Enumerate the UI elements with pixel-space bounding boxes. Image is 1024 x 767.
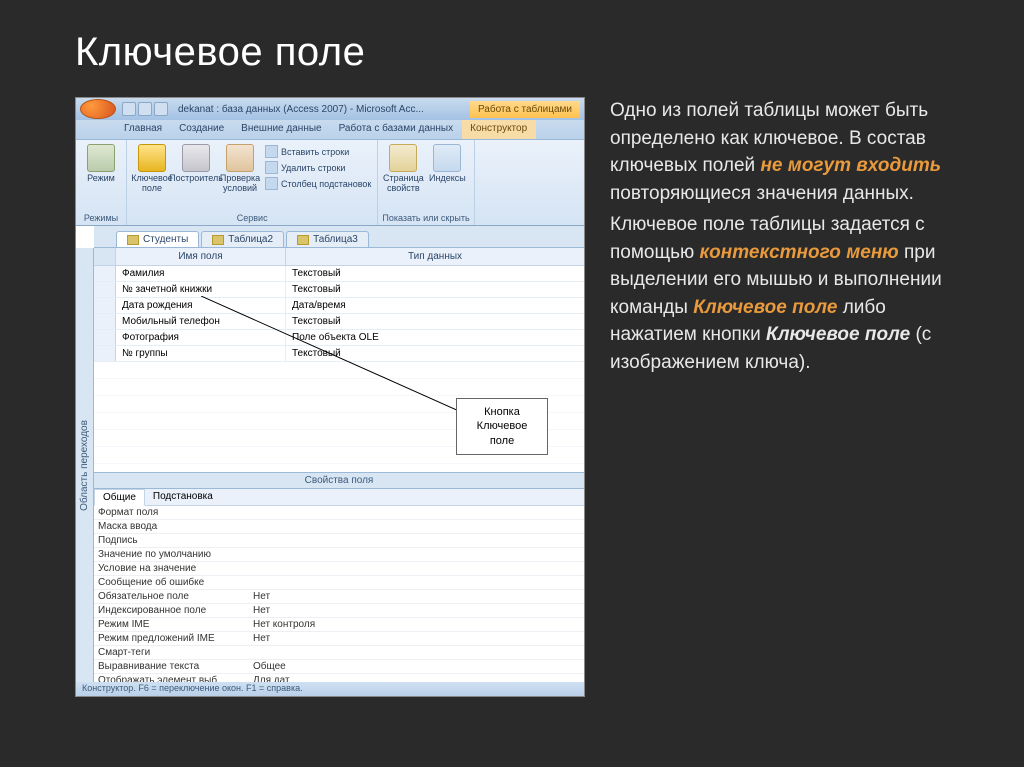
builder-icon: [182, 144, 210, 172]
design-grid-rows: ФамилияТекстовый№ зачетной книжкиТекстов…: [94, 266, 584, 362]
props-row[interactable]: Сообщение об ошибке: [94, 576, 584, 590]
tab-create[interactable]: Создание: [171, 120, 233, 139]
view-button[interactable]: Режим: [80, 142, 122, 183]
props-row[interactable]: Условие на значение: [94, 562, 584, 576]
props-header: Свойства поля: [94, 472, 584, 489]
ribbon-tabs: Главная Создание Внешние данные Работа с…: [76, 120, 584, 140]
ribbon: Режим Режимы Ключевое поле Построитель: [76, 140, 584, 226]
table-icon: [297, 235, 309, 245]
doc-tab-table3[interactable]: Таблица3: [286, 231, 369, 247]
highlight: Ключевое поле: [693, 297, 837, 318]
table-icon: [212, 235, 224, 245]
design-row[interactable]: Дата рожденияДата/время: [94, 298, 584, 314]
ribbon-group-tools: Ключевое поле Построитель Проверка услов…: [127, 140, 378, 225]
office-button[interactable]: [80, 99, 116, 119]
props-row[interactable]: Смарт-теги: [94, 646, 584, 660]
insert-rows-button[interactable]: Вставить строки: [263, 144, 373, 159]
tab-home[interactable]: Главная: [116, 120, 171, 139]
lookup-icon: [265, 177, 278, 190]
nav-pane-collapsed[interactable]: Область переходов: [76, 248, 94, 682]
text-panel: Одно из полей таблицы может быть определ…: [610, 97, 964, 697]
highlight: контекстного меню: [700, 242, 899, 263]
primary-key-button[interactable]: Ключевое поле: [131, 142, 173, 193]
doc-tab-table2[interactable]: Таблица2: [201, 231, 284, 247]
design-row[interactable]: № группыТекстовый: [94, 346, 584, 362]
statusbar: Конструктор. F6 = переключение окон. F1 …: [76, 682, 584, 696]
design-row[interactable]: ФамилияТекстовый: [94, 266, 584, 282]
props-row[interactable]: Выравнивание текстаОбщее: [94, 660, 584, 674]
tab-dbtools[interactable]: Работа с базами данных: [331, 120, 463, 139]
bold-text: Ключевое поле: [766, 324, 910, 345]
titlebar: dekanat : база данных (Access 2007) - Mi…: [76, 98, 584, 120]
tab-external[interactable]: Внешние данные: [233, 120, 330, 139]
props-tabs: Общие Подстановка: [94, 489, 584, 506]
doc-tab-students[interactable]: Студенты: [116, 231, 199, 247]
access-screenshot: dekanat : база данных (Access 2007) - Mi…: [75, 97, 585, 697]
rows-buttons: Вставить строки Удалить строки Столбец п…: [263, 142, 373, 191]
props-tab-general[interactable]: Общие: [94, 489, 145, 506]
qat-redo-icon[interactable]: [154, 102, 168, 116]
props-row[interactable]: Режим предложений IMEНет: [94, 632, 584, 646]
document-area: Студенты Таблица2 Таблица3 Имя поля: [94, 226, 584, 688]
datasheet-icon: [87, 144, 115, 172]
props-row[interactable]: Значение по умолчанию: [94, 548, 584, 562]
indexes-icon: [433, 144, 461, 172]
lookup-column-button[interactable]: Столбец подстановок: [263, 176, 373, 191]
qat-save-icon[interactable]: [122, 102, 136, 116]
ribbon-group-showhide: Страница свойств Индексы Показать или ск…: [378, 140, 474, 225]
slide: Ключевое поле dekanat : база данных (Acc…: [0, 0, 1024, 767]
qat-undo-icon[interactable]: [138, 102, 152, 116]
callout-box: Кнопка Ключевое поле: [456, 398, 548, 455]
props-row[interactable]: Индексированное полеНет: [94, 604, 584, 618]
insert-row-icon: [265, 145, 278, 158]
design-row[interactable]: Мобильный телефонТекстовый: [94, 314, 584, 330]
design-grid-header: Имя поля Тип данных: [94, 248, 584, 266]
key-icon: [138, 144, 166, 172]
props-row[interactable]: Обязательное полеНет: [94, 590, 584, 604]
props-row[interactable]: Маска ввода: [94, 520, 584, 534]
content: dekanat : база данных (Access 2007) - Mi…: [75, 97, 964, 697]
validation-button[interactable]: Проверка условий: [219, 142, 261, 193]
highlight: не могут входить: [760, 155, 941, 176]
delete-row-icon: [265, 161, 278, 174]
quick-access-toolbar: [122, 102, 168, 116]
delete-rows-button[interactable]: Удалить строки: [263, 160, 373, 175]
ribbon-group-views: Режим Режимы: [76, 140, 127, 225]
window-title: dekanat : база данных (Access 2007) - Mi…: [178, 104, 424, 115]
indexes-button[interactable]: Индексы: [426, 142, 468, 183]
contextual-tab-label: Работа с таблицами: [470, 101, 580, 118]
propsheet-icon: [389, 144, 417, 172]
column-header-name[interactable]: Имя поля: [116, 248, 286, 265]
props-row[interactable]: Формат поля: [94, 506, 584, 520]
design-row[interactable]: № зачетной книжкиТекстовый: [94, 282, 584, 298]
table-icon: [127, 235, 139, 245]
props-row[interactable]: Подпись: [94, 534, 584, 548]
builder-button[interactable]: Построитель: [175, 142, 217, 183]
props-tab-lookup[interactable]: Подстановка: [145, 489, 221, 505]
column-header-type[interactable]: Тип данных: [286, 248, 584, 265]
doc-tabs: Студенты Таблица2 Таблица3: [94, 226, 584, 248]
props-grid: Формат поляМаска вводаПодписьЗначение по…: [94, 506, 584, 688]
slide-title: Ключевое поле: [75, 30, 964, 75]
tab-design[interactable]: Конструктор: [462, 120, 536, 139]
design-row[interactable]: ФотографияПоле объекта OLE: [94, 330, 584, 346]
props-row[interactable]: Режим IMEНет контроля: [94, 618, 584, 632]
validate-icon: [226, 144, 254, 172]
property-sheet-button[interactable]: Страница свойств: [382, 142, 424, 193]
